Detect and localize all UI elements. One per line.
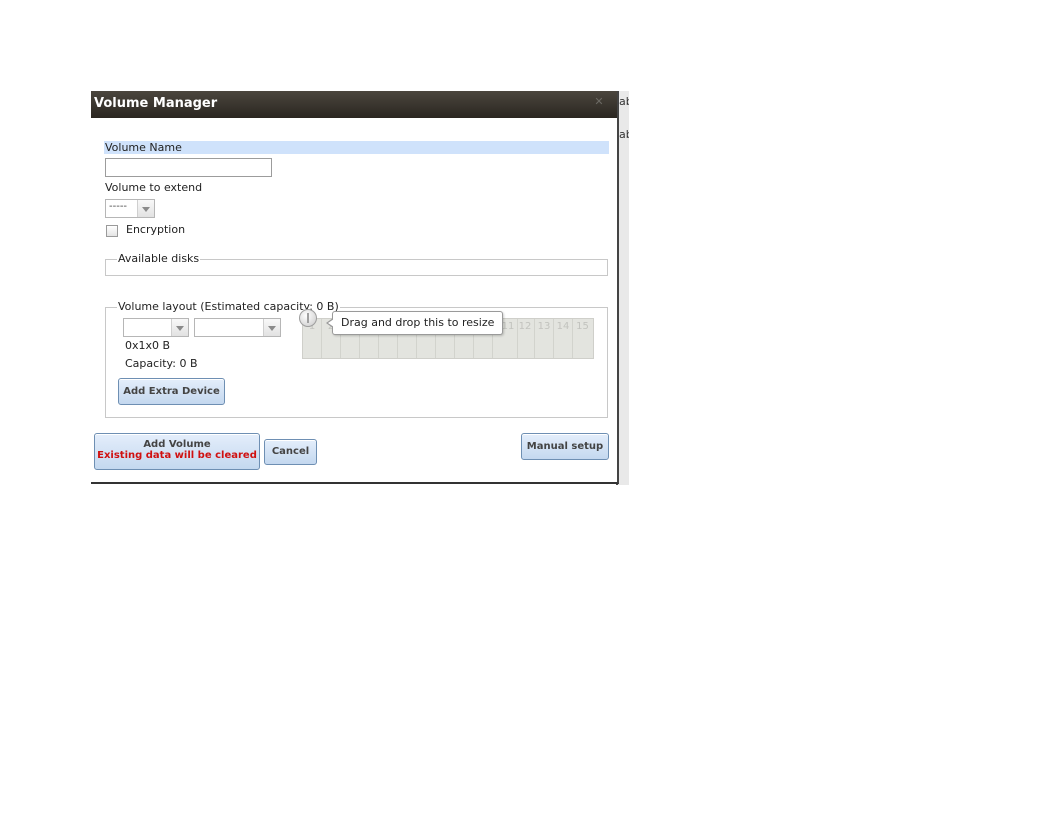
volume-to-extend-value: ----- [109,201,128,212]
add-extra-device-button[interactable]: Add Extra Device [118,378,225,405]
resize-tooltip: Drag and drop this to resize [325,311,504,335]
dialog-title: Volume Manager [94,96,218,111]
volume-manager-dialog: Volume Manager ✕ Volume Name Volume to e… [91,91,619,484]
volume-name-input[interactable] [105,158,272,177]
chevron-down-icon[interactable] [171,319,188,336]
chevron-down-icon[interactable] [137,200,154,217]
add-volume-button[interactable]: Add Volume Existing data will be cleared [94,433,260,470]
volume-name-label: Volume Name [105,141,182,154]
available-disks-fieldset: Available disks [105,252,608,276]
manual-setup-button[interactable]: Manual setup [521,433,609,460]
chevron-down-icon[interactable] [263,319,280,336]
volume-to-extend-label: Volume to extend [105,181,203,194]
disk-slot[interactable]: 12 [516,319,535,358]
disk-slot[interactable]: 15 [573,319,592,358]
layout-type-select[interactable] [123,318,189,337]
layout-capacity: Capacity: 0 B [125,357,198,370]
background-window-text: ab [619,128,629,141]
layout-dimensions: 0x1x0 B [125,339,171,352]
layout-size-select[interactable] [194,318,281,337]
disk-slot[interactable]: 14 [554,319,573,358]
encryption-label: Encryption [126,223,186,236]
dialog-title-bar[interactable]: Volume Manager ✕ [91,91,617,118]
background-window-text: ab [619,95,629,108]
add-volume-label: Add Volume [143,439,211,450]
volume-to-extend-select[interactable]: ----- [105,199,155,218]
add-volume-warning: Existing data will be cleared [97,450,257,461]
available-disks-legend: Available disks [117,252,201,265]
close-icon[interactable]: ✕ [593,96,605,108]
resize-handle-icon[interactable] [299,309,317,327]
disk-slot[interactable]: 13 [535,319,554,358]
encryption-checkbox[interactable] [106,225,118,237]
cancel-button[interactable]: Cancel [264,439,317,465]
